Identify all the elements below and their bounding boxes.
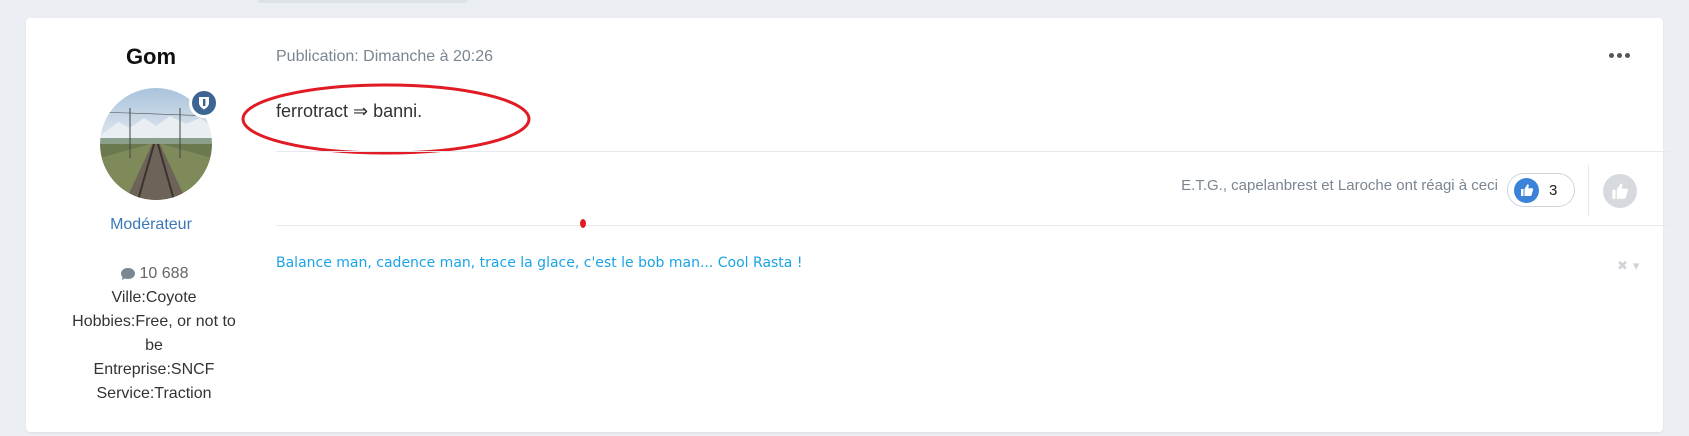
moderator-shield-icon	[189, 88, 219, 118]
author-field-service: Service:Traction	[96, 385, 212, 402]
author-info: 10 688 Ville:Coyote Hobbies:Free, or not…	[62, 262, 246, 406]
signature: Balance man, cadence man, trace la glace…	[276, 255, 803, 271]
author-field-entreprise: Entreprise:SNCF	[93, 361, 215, 378]
close-icon[interactable]: ✖	[1617, 258, 1628, 274]
divider	[1588, 164, 1589, 216]
author-field-ville: Ville:Coyote	[111, 289, 197, 306]
signature-controls[interactable]: ✖ ▾	[1617, 258, 1639, 274]
divider	[276, 151, 1671, 152]
thumbs-up-icon	[1612, 183, 1628, 199]
red-dot-mark	[580, 219, 586, 228]
reactions-summary[interactable]: E.T.G., capelanbrest et Laroche ont réag…	[1181, 177, 1498, 194]
top-tab-edge	[258, 0, 468, 3]
author-group: Modérateur	[110, 216, 192, 233]
reaction-count-button[interactable]: 3	[1507, 173, 1575, 207]
post-content: ferrotract ⇒ banni.	[276, 101, 423, 121]
react-button[interactable]	[1603, 174, 1637, 208]
post-count-value: 10 688	[139, 265, 189, 282]
post-count: 10 688	[62, 262, 246, 286]
comment-icon	[120, 268, 135, 280]
ellipsis-icon[interactable]	[1609, 48, 1631, 62]
thumbs-up-icon	[1514, 177, 1539, 203]
author-panel: Gom Modérateur 10 688 Ville:Coyote Hobbi…	[26, 18, 276, 432]
forum-post: Gom Modérateur 10 688 Ville:Coyote Hobbi…	[26, 18, 1671, 432]
reaction-count: 3	[1549, 181, 1558, 199]
author-name[interactable]: Gom	[26, 44, 276, 70]
author-field-hobbies: Hobbies:Free, or not to be	[72, 313, 236, 354]
divider	[276, 225, 1671, 226]
post-meta[interactable]: Publication: Dimanche à 20:26	[276, 48, 493, 66]
chevron-down-icon[interactable]: ▾	[1633, 258, 1640, 274]
